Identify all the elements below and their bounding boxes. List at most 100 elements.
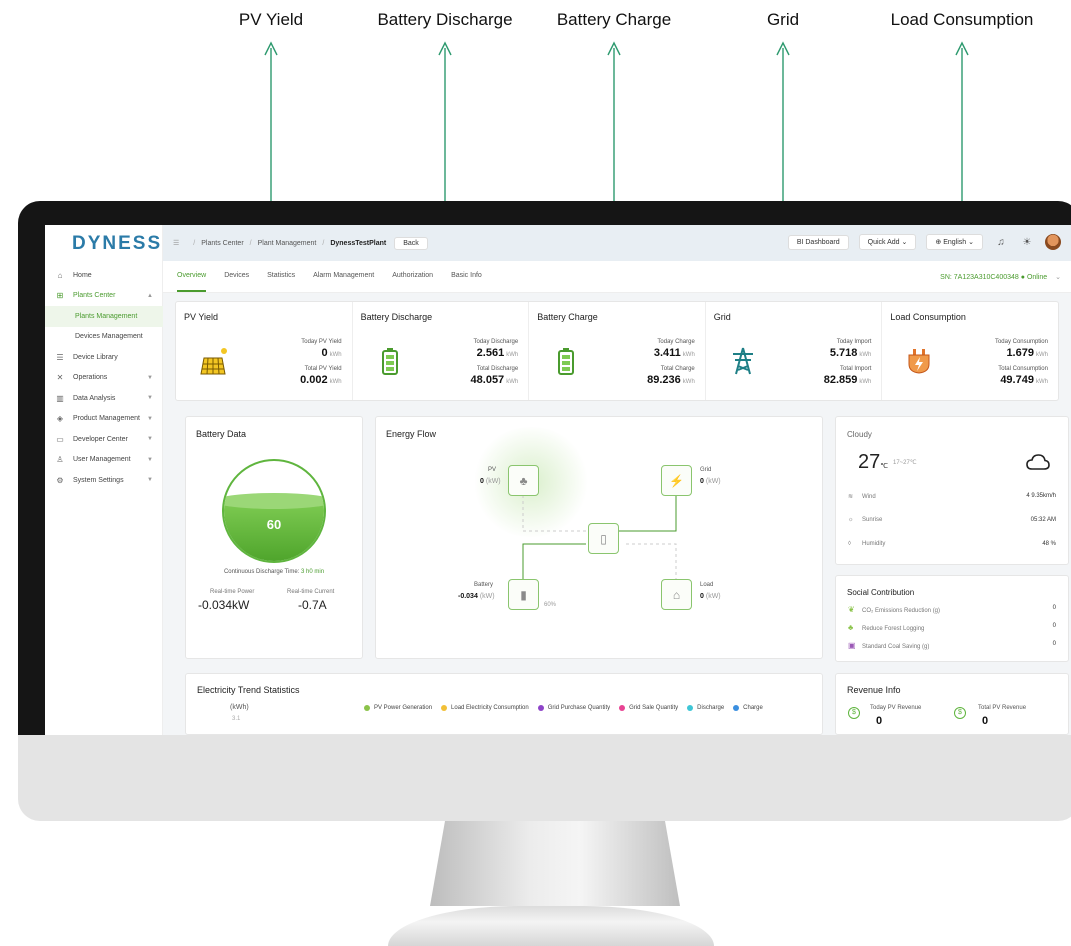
grid-tower-icon: ⚡ (669, 473, 684, 488)
today-charge: 3.411 (653, 347, 681, 359)
humidity-row: ◊ Humidity 48 % (848, 541, 1056, 553)
summary-title: PV Yield (184, 312, 219, 322)
legend-item[interactable]: PV Power Generation (364, 705, 432, 711)
legend-item[interactable]: Grid Purchase Quantity (537, 705, 610, 711)
unit: kWh (1035, 379, 1048, 385)
summary-title: Load Consumption (890, 312, 966, 322)
pv-value: 0 (kW) (480, 478, 501, 485)
sidebar-item-label: User Management (73, 456, 131, 464)
battery-charge-icon (558, 348, 575, 375)
bi-dashboard-button[interactable]: BI Dashboard (787, 234, 849, 250)
energy-flow-card: Energy Flow ♣ PV 0 (kW) ⚡ Grid 0 (kW) ▯ … (375, 416, 823, 659)
grid-label: Grid (700, 467, 712, 473)
user-avatar[interactable] (1045, 234, 1061, 250)
load-power: 0 (700, 593, 704, 600)
total-value: 49.749 kWh (995, 374, 1048, 389)
library-icon: ☰ (56, 352, 64, 362)
tab-alarm-management[interactable]: Alarm Management (313, 272, 374, 292)
legend-dot (537, 705, 544, 711)
sidebar-item-plants-center[interactable]: ⊞ Plants Center ▲ (45, 286, 163, 307)
plants-icon: ⊞ (56, 291, 64, 301)
sidebar-item-system-settings[interactable]: ⚙ System Settings ▼ (45, 470, 163, 491)
legend-dot (687, 705, 694, 711)
grid-power: 0 (700, 478, 704, 485)
tab-authorization[interactable]: Authorization (392, 272, 433, 292)
sidebar-item-data-analysis[interactable]: ▥ Data Analysis ▼ (45, 388, 163, 409)
sidebar-item-label: Product Management (73, 415, 140, 423)
coal-cart-icon: ▣ (848, 641, 856, 650)
user-icon: ♙ (56, 455, 64, 465)
theme-toggle-icon[interactable]: ☀ (1019, 237, 1035, 248)
legend-item[interactable]: Load Electricity Consumption (441, 705, 529, 711)
menu-toggle-icon[interactable]: ☰ (173, 239, 179, 247)
today-consumption: 1.679 (1006, 347, 1034, 359)
legend-dot (619, 705, 626, 711)
sidebar-item-operations[interactable]: ✕ Operations ▼ (45, 368, 163, 389)
summary-battery-discharge: Battery Discharge Today Discharge 2.561 k… (353, 302, 530, 400)
total-value: 82.859 kWh (824, 374, 872, 389)
load-node[interactable]: ⌂ (661, 579, 692, 610)
total-label: Total Charge (660, 366, 695, 372)
sidebar-item-device-library[interactable]: ☰ Device Library (45, 347, 163, 368)
monitor-stand-base (388, 906, 714, 946)
legend-label: PV Power Generation (374, 705, 433, 711)
power-tower-icon (732, 347, 753, 375)
legend-item[interactable]: Discharge (687, 705, 724, 711)
load-icon: ⌂ (672, 587, 681, 602)
temperature-unit: ℃ (880, 463, 889, 470)
sidebar-item-label: Device Library (73, 353, 118, 361)
realtime-current-label: Real-time Current (287, 589, 335, 595)
total-discharge: 48.057 (470, 374, 505, 386)
realtime-power-value: -0.034kW (198, 598, 250, 612)
sidebar-item-label: Home (73, 271, 92, 279)
total-pv-yield: 0.002 (300, 374, 328, 386)
legend-item[interactable]: Charge (733, 705, 763, 711)
marketing-stage: PV Yield Battery Discharge Battery Charg… (0, 0, 1071, 946)
sidebar-item-label: Operations (73, 374, 108, 382)
chevron-down-icon: ⌄ (1055, 274, 1061, 281)
pv-node[interactable]: ♣ (508, 465, 539, 496)
sidebar-item-product-management[interactable]: ◈ Product Management ▼ (45, 409, 163, 430)
chevron-up-icon: ▲ (147, 292, 153, 299)
legend-label: Grid Sale Quantity (629, 705, 679, 711)
tab-overview[interactable]: Overview (177, 272, 207, 292)
unit: kWh (506, 379, 519, 385)
sunrise-label: Sunrise (862, 517, 883, 523)
summary-values: Today Charge 3.411 kWh Total Charge 89.23… (647, 337, 695, 391)
sidebar-item-user-management[interactable]: ♙ User Management ▼ (45, 450, 163, 471)
social-contribution-card: Social Contribution ❦ CO₂ Emissions Reduc… (835, 575, 1069, 662)
trend-legend: PV Power Generation Load Electricity Cons… (364, 705, 763, 711)
breadcrumb-plant-management[interactable]: Plant Management (258, 240, 317, 247)
sidebar-item-home[interactable]: ⌂ Home (45, 265, 163, 286)
battery-data-card: Battery Data 60 Continuous Discharge Tim… (185, 416, 363, 659)
grid-node[interactable]: ⚡ (661, 465, 692, 496)
notification-bell-icon[interactable]: ♫ (993, 237, 1009, 248)
unit: kWh (682, 352, 695, 358)
back-button[interactable]: Back (394, 236, 428, 250)
total-revenue-label: Total PV Revenue (978, 705, 1027, 711)
quick-add-dropdown[interactable]: Quick Add ⌄ (858, 234, 917, 250)
tab-statistics[interactable]: Statistics (267, 272, 295, 292)
sidebar-item-label: Plants Management (75, 312, 138, 320)
tab-devices[interactable]: Devices (224, 272, 249, 292)
today-value: 2.561 kWh (471, 347, 519, 362)
humidity-value: 48 % (1042, 541, 1056, 547)
sunrise-row: ☼ Sunrise 05:32 AM (848, 517, 1056, 529)
battery-node[interactable]: ▮ (508, 579, 539, 610)
gauge-wave (224, 493, 324, 509)
sidebar-item-developer-center[interactable]: ▭ Developer Center ▼ (45, 429, 163, 450)
legend-item[interactable]: Grid Sale Quantity (619, 705, 678, 711)
inverter-hub-node[interactable]: ▯ (588, 523, 619, 554)
chevron-down-icon: ▼ (147, 415, 153, 422)
sidebar-item-devices-management[interactable]: Devices Management (45, 327, 163, 348)
breadcrumb-current-plant: DynessTestPlant (330, 239, 387, 247)
total-label: Total Import (840, 366, 872, 372)
tab-basic-info[interactable]: Basic Info (451, 272, 482, 292)
dyness-logo[interactable]: DYNESS (72, 233, 162, 255)
sidebar-item-plants-management[interactable]: Plants Management (45, 306, 163, 327)
summary-load-consumption: Load Consumption Today Consumption 1.679… (882, 302, 1058, 400)
breadcrumb-plants-center[interactable]: Plants Center (201, 240, 243, 247)
monitor-chin (18, 735, 1071, 821)
language-selector[interactable]: ⊕ English ⌄ (926, 234, 983, 250)
today-revenue-value: 0 (876, 715, 883, 727)
